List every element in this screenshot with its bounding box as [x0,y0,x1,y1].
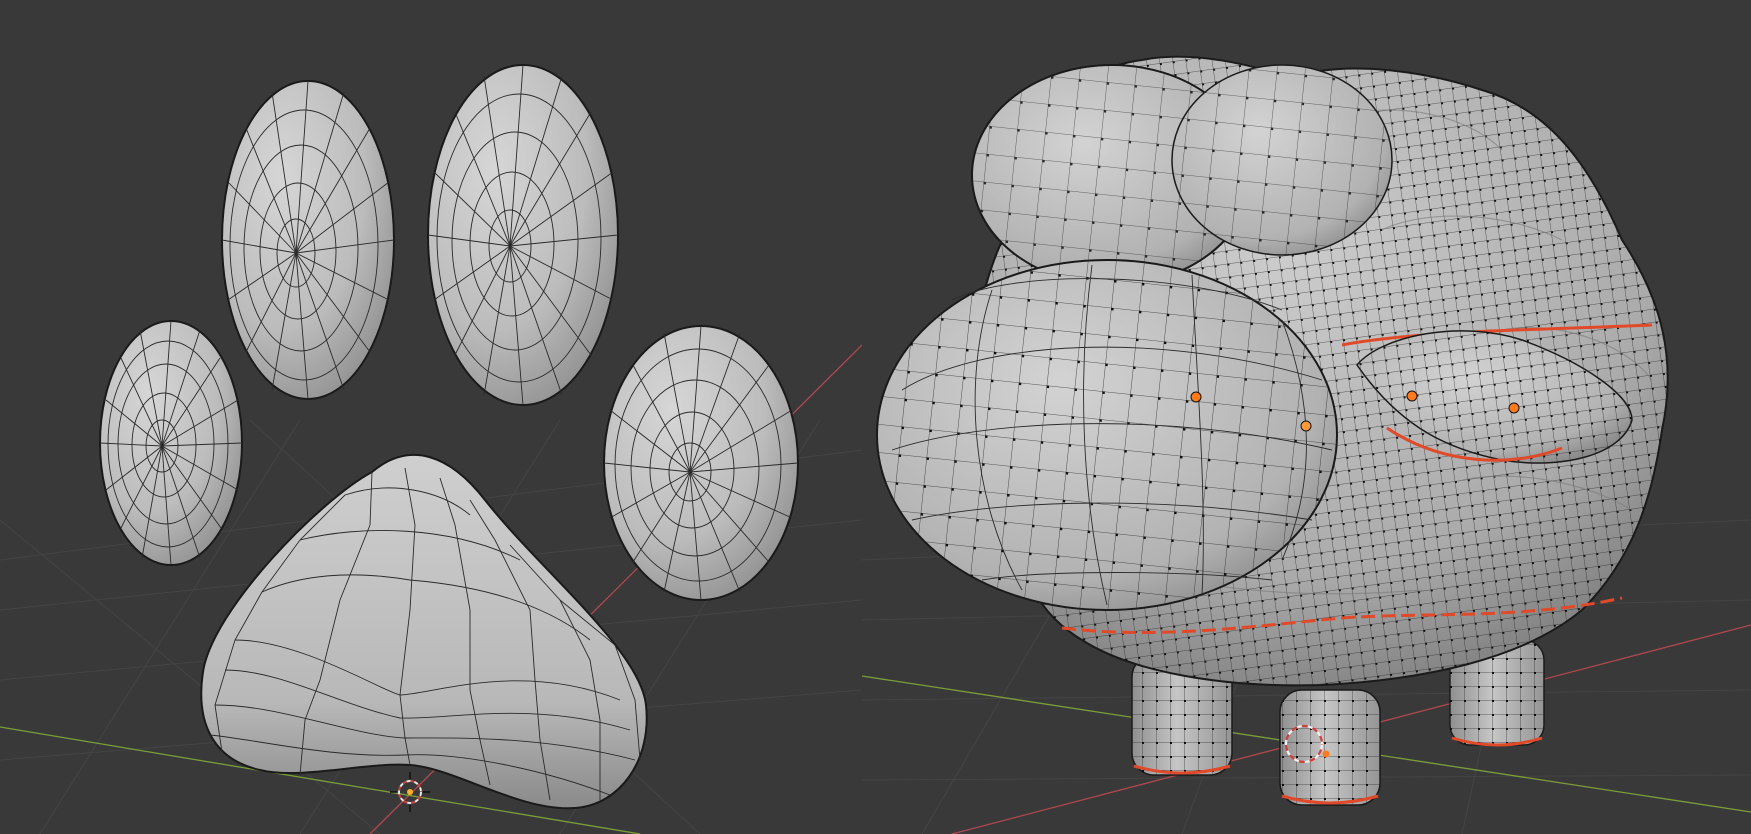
viewport-row [0,0,1751,834]
toe-pad-3[interactable] [427,64,619,406]
selected-vertex[interactable] [1406,390,1418,402]
viewport-left[interactable] [0,0,862,834]
toe-pad-1[interactable] [99,320,243,566]
selected-vertex[interactable] [1190,391,1202,403]
viewport-left-canvas[interactable] [0,0,862,834]
leg-front-right[interactable] [1279,689,1381,806]
toe-pad-4[interactable] [603,325,799,601]
viewport-right-canvas[interactable] [862,0,1751,834]
viewport-right[interactable] [862,0,1751,834]
selected-vertex[interactable] [1508,402,1520,414]
main-pad[interactable] [200,453,648,810]
toe-pad-2[interactable] [221,80,395,400]
sheep-head[interactable] [876,259,1338,611]
selected-vertex[interactable] [1300,420,1312,432]
3d-cursor-icon[interactable] [390,772,430,812]
